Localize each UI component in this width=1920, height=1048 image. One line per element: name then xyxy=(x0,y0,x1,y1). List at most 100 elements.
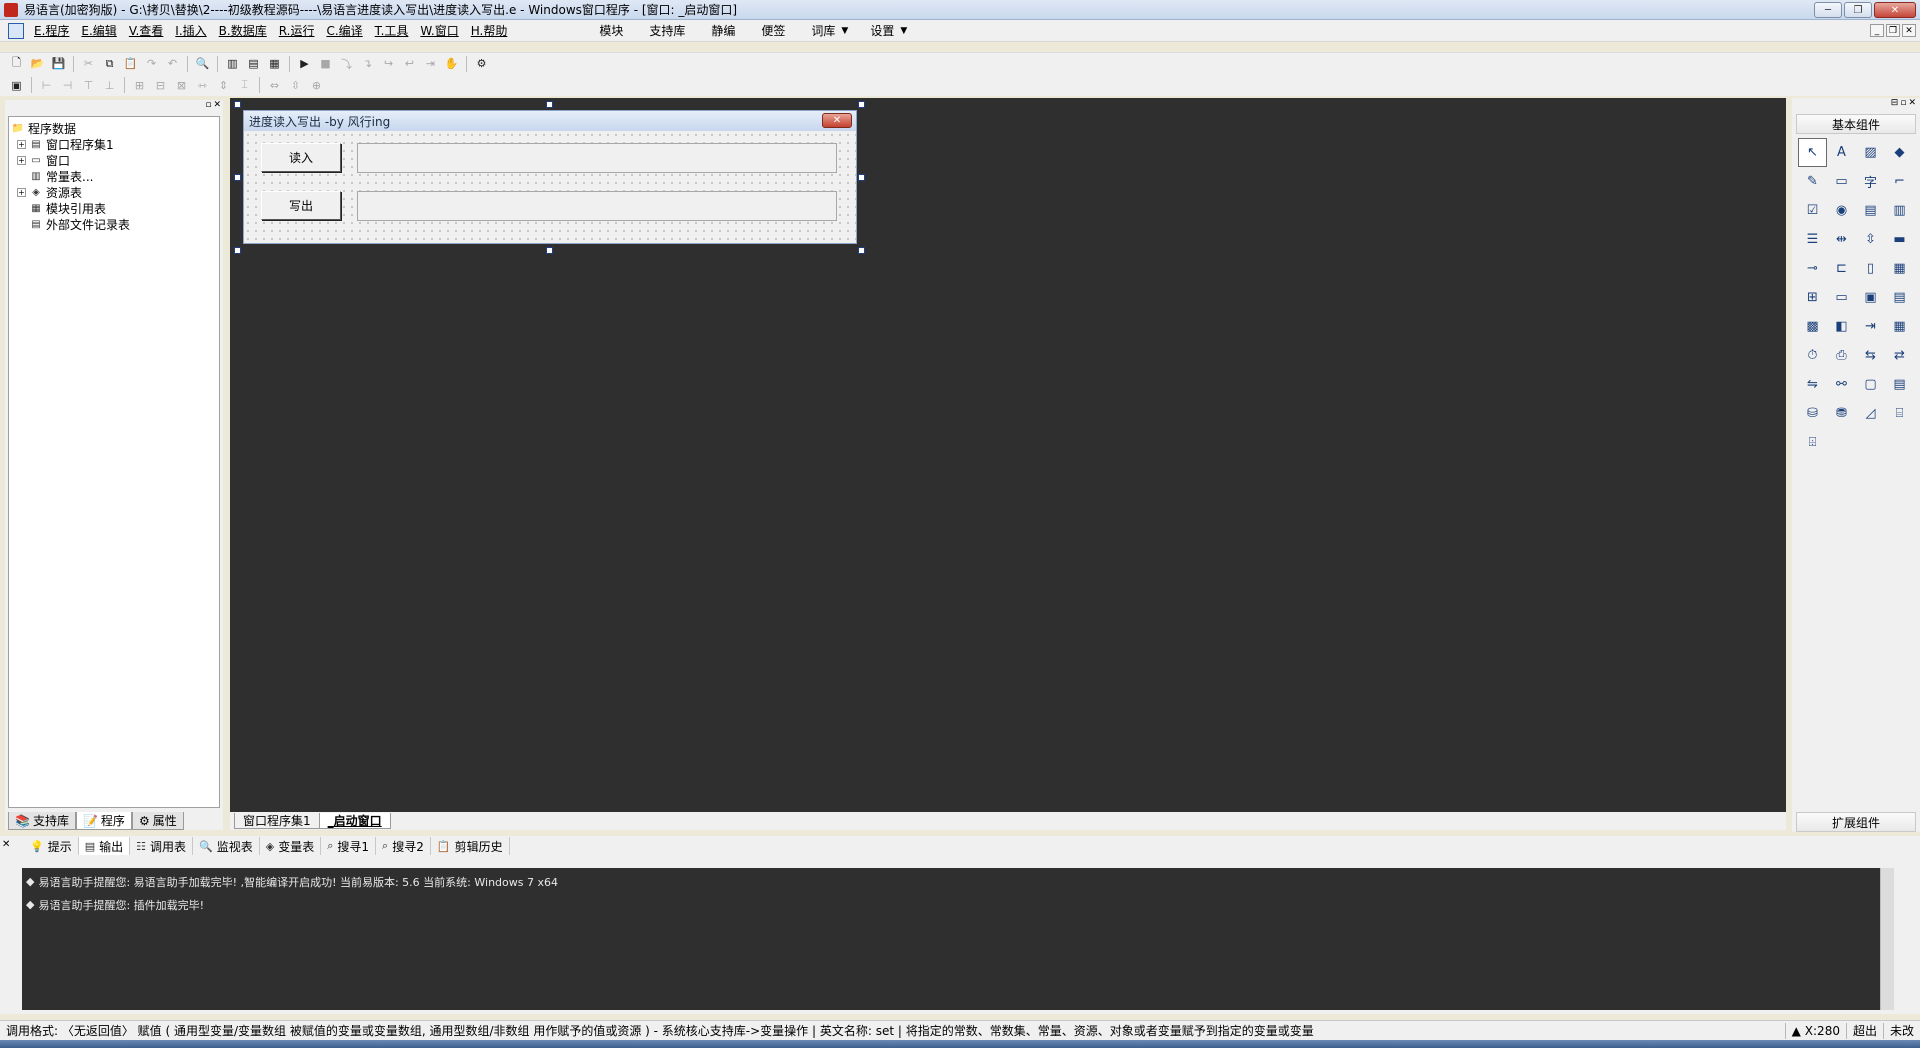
redo-icon[interactable]: ↷ xyxy=(143,56,160,72)
splitter-icon[interactable]: ⇥ xyxy=(1856,312,1885,341)
table-icon[interactable]: ◧ xyxy=(1827,312,1856,341)
combobox-icon[interactable]: ▤ xyxy=(1856,196,1885,225)
same-height-icon[interactable]: ⊟ xyxy=(152,77,169,93)
output-close-icon[interactable]: ✕ xyxy=(2,839,10,850)
menu-static-compile[interactable]: 静编 xyxy=(705,22,741,39)
printer-icon[interactable]: ⎙ xyxy=(1827,341,1856,370)
output-text-area[interactable]: ◆ 易语言助手提醒您: 易语言助手加载完毕! ,智能编译开启成功! 当前易版本: … xyxy=(22,868,1894,1010)
layout-left-icon[interactable]: ▥ xyxy=(224,56,241,72)
tab-output[interactable]: ▤ 输出 xyxy=(78,837,131,855)
resize-handle[interactable] xyxy=(234,174,241,181)
tab-search1[interactable]: ⌕ 搜寻1 xyxy=(321,837,377,855)
menu-view[interactable]: V.查看 xyxy=(123,22,169,39)
menu-help[interactable]: H.帮助 xyxy=(465,22,514,39)
center-both-icon[interactable]: ⊕ xyxy=(308,77,325,93)
network-icon[interactable]: ⇆ xyxy=(1856,341,1885,370)
mdi-restore-button[interactable]: ❐ xyxy=(1886,24,1900,37)
document-icon[interactable]: ▤ xyxy=(1885,283,1914,312)
debug-tool-icon[interactable]: ⚙ xyxy=(473,56,490,72)
db-provider-icon[interactable]: ⛃ xyxy=(1827,399,1856,428)
step-into-icon[interactable]: ↴ xyxy=(359,56,376,72)
dir-box-icon[interactable]: ▭ xyxy=(1827,283,1856,312)
resize-handle[interactable] xyxy=(546,247,553,254)
step-out-icon[interactable]: ↩ xyxy=(401,56,418,72)
resize-handle[interactable] xyxy=(858,174,865,181)
open-file-icon[interactable]: 📂 xyxy=(29,56,46,72)
tab-watch[interactable]: 🔍 监视表 xyxy=(193,837,260,855)
tab-search2[interactable]: ⌕ 搜寻2 xyxy=(376,837,431,855)
database-icon[interactable]: ⛁ xyxy=(1798,399,1827,428)
minimize-button[interactable]: ─ xyxy=(1814,2,1842,18)
read-button[interactable]: 读入 xyxy=(261,143,341,172)
designed-window-body[interactable]: 读入 写出 xyxy=(244,131,856,243)
menu-window[interactable]: W.窗口 xyxy=(414,22,464,39)
odbc-provider-icon[interactable]: ⌹ xyxy=(1798,428,1827,457)
mdi-close-button[interactable]: ✕ xyxy=(1902,24,1916,37)
menu-lexicon[interactable]: 词库 xyxy=(805,22,841,39)
odbc-icon[interactable]: ⌸ xyxy=(1885,399,1914,428)
step-over-icon[interactable]: ↪ xyxy=(380,56,397,72)
extended-components-header[interactable]: 扩展组件 xyxy=(1796,812,1916,832)
tab-clip-history[interactable]: 📋 剪辑历史 xyxy=(431,837,510,855)
chart-icon[interactable]: ◿ xyxy=(1856,399,1885,428)
tree-item-external-files[interactable]: ▤ 外部文件记录表 xyxy=(11,216,217,232)
menu-tools[interactable]: T.工具 xyxy=(369,22,415,39)
tree-item-window[interactable]: + ▭ 窗口 xyxy=(11,152,217,168)
designed-window[interactable]: 进度读入写出 -by 风行ing ✕ 读入 写出 xyxy=(243,110,857,244)
menu-settings[interactable]: 设置 xyxy=(864,22,900,39)
outline-icon[interactable]: ▢ xyxy=(1856,370,1885,399)
same-width-icon[interactable]: ⊞ xyxy=(131,77,148,93)
align-left-icon[interactable]: ⊢ xyxy=(38,77,55,93)
label-icon[interactable]: A xyxy=(1827,138,1856,167)
lexicon-dropdown-icon[interactable]: ▼ xyxy=(841,26,848,36)
slider-icon[interactable]: ⊸ xyxy=(1798,254,1827,283)
checkbox-icon[interactable]: ☑ xyxy=(1798,196,1827,225)
panel-close-icon[interactable]: ✕ xyxy=(1908,98,1916,110)
tab-program[interactable]: 📝 程序 xyxy=(75,812,132,830)
panel-float-icon[interactable]: ▫ xyxy=(1900,98,1906,110)
text-icon[interactable]: 字 xyxy=(1856,167,1885,196)
layout-top-icon[interactable]: ▤ xyxy=(245,56,262,72)
tab-properties[interactable]: ⚙ 属性 xyxy=(131,812,184,830)
menu-notes[interactable]: 便签 xyxy=(755,22,791,39)
grid-icon[interactable]: ▦ xyxy=(1885,312,1914,341)
find-icon[interactable]: 🔍 xyxy=(194,56,211,72)
run-to-cursor-icon[interactable]: ⇥ xyxy=(422,56,439,72)
cut-icon[interactable]: ✂ xyxy=(80,56,97,72)
editbox-icon[interactable]: ✎ xyxy=(1798,167,1827,196)
tree-item-constants[interactable]: ▥ 常量表... xyxy=(11,168,217,184)
frame-icon[interactable]: ▭ xyxy=(1827,167,1856,196)
run-icon[interactable]: ▶ xyxy=(296,56,313,72)
drive-box-icon[interactable]: ⊞ xyxy=(1798,283,1827,312)
animation-icon[interactable]: ▯ xyxy=(1856,254,1885,283)
menu-support-lib[interactable]: 支持库 xyxy=(643,22,691,39)
close-button[interactable]: ✕ xyxy=(1874,2,1916,18)
layout-full-icon[interactable]: ▦ xyxy=(266,56,283,72)
menu-program[interactable]: E.程序 xyxy=(28,22,75,39)
timer-icon[interactable]: ⏱ xyxy=(1798,341,1827,370)
toolbar-icon[interactable]: ▩ xyxy=(1798,312,1827,341)
vspace-icon[interactable]: ⇕ xyxy=(215,77,232,93)
tree-item-program-data[interactable]: 📁 程序数据 xyxy=(11,120,217,136)
tab-support-lib[interactable]: 📚 支持库 xyxy=(8,812,76,830)
resize-handle[interactable] xyxy=(858,247,865,254)
tab-call-table[interactable]: ☷ 调用表 xyxy=(130,837,194,855)
output-scrollbar[interactable] xyxy=(1880,868,1894,1010)
menu-run[interactable]: R.运行 xyxy=(273,22,321,39)
align-right-icon[interactable]: ⊤ xyxy=(80,77,97,93)
resize-handle[interactable] xyxy=(234,247,241,254)
paste-icon[interactable]: 📋 xyxy=(122,56,139,72)
port-icon[interactable]: ⚯ xyxy=(1827,370,1856,399)
hand-icon[interactable]: ✋ xyxy=(443,56,460,72)
tab-window-assembly[interactable]: 窗口程序集1 xyxy=(234,813,320,829)
expand-icon[interactable]: + xyxy=(17,187,26,197)
listbox-icon[interactable]: ▥ xyxy=(1885,196,1914,225)
line-icon[interactable]: ⌐ xyxy=(1885,167,1914,196)
tab-control-icon[interactable]: ⊏ xyxy=(1827,254,1856,283)
center-v-icon[interactable]: ⇳ xyxy=(287,77,304,93)
progress-bar-top[interactable] xyxy=(357,143,837,173)
designed-window-close-button[interactable]: ✕ xyxy=(822,113,852,128)
progress-icon[interactable]: ▬ xyxy=(1885,225,1914,254)
progress-bar-bottom[interactable] xyxy=(357,191,837,221)
same-size-icon[interactable]: ⊠ xyxy=(173,77,190,93)
